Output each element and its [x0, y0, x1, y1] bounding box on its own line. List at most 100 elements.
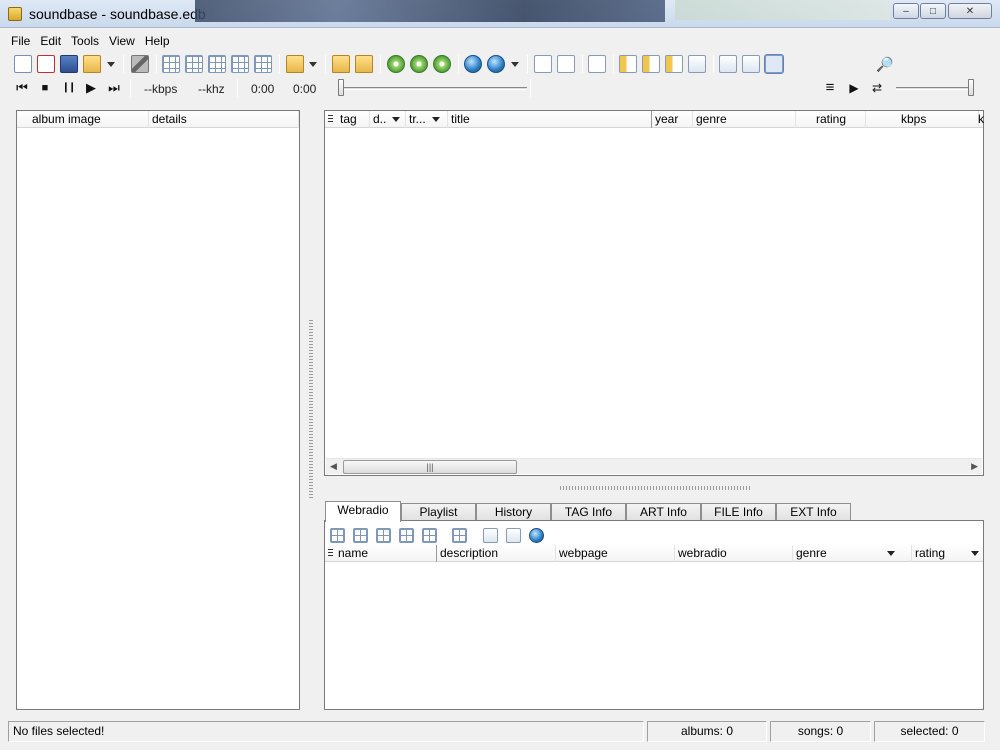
stop-icon[interactable]: ■	[37, 80, 53, 96]
tab-tag-info[interactable]: TAG Info	[551, 503, 626, 521]
web-icon[interactable]	[464, 55, 482, 73]
tracks-horizontal-scrollbar[interactable]: ◀ ||| ▶	[326, 458, 982, 474]
cd-info-icon[interactable]	[433, 55, 451, 73]
edit-station-icon[interactable]	[353, 528, 368, 543]
previous-track-icon[interactable]: ⏮	[14, 80, 30, 96]
new-database-icon[interactable]	[14, 55, 32, 73]
tab-playlist[interactable]: Playlist	[401, 503, 476, 521]
menu-view[interactable]: View	[104, 32, 140, 52]
globe-icon[interactable]	[487, 55, 505, 73]
chevron-down-icon[interactable]	[511, 62, 519, 67]
columns-icon[interactable]	[588, 55, 606, 73]
close-database-icon[interactable]	[37, 55, 55, 73]
menu-tools[interactable]: Tools	[66, 32, 104, 52]
seek-slider-thumb[interactable]	[338, 79, 344, 96]
open-folder-icon[interactable]	[83, 55, 101, 73]
tracks-panel[interactable]: tag d.. tr... title year genre rating kb…	[324, 110, 984, 476]
column-details[interactable]: details	[149, 111, 299, 128]
close-button[interactable]: ✕	[948, 3, 992, 19]
queue-icon[interactable]: ▶	[846, 80, 862, 96]
refresh-station-icon[interactable]	[376, 528, 391, 543]
column-track[interactable]: tr...	[406, 111, 448, 128]
save-icon[interactable]	[60, 55, 78, 73]
chevron-down-icon[interactable]	[309, 62, 317, 67]
split-panel-icon[interactable]	[557, 55, 575, 73]
panel-icon[interactable]	[534, 55, 552, 73]
column-year[interactable]: year	[652, 111, 693, 128]
minimize-button[interactable]: –	[893, 3, 919, 19]
delete-station-icon[interactable]	[399, 528, 414, 543]
tab-file-info[interactable]: FILE Info	[701, 503, 776, 521]
vertical-splitter[interactable]	[309, 320, 313, 500]
scroll-left-icon[interactable]: ◀	[330, 461, 337, 472]
tab-ext-info[interactable]: EXT Info	[776, 503, 851, 521]
folder-up-icon[interactable]	[355, 55, 373, 73]
chevron-down-icon[interactable]	[971, 551, 980, 557]
search-icon[interactable]: 🔎	[876, 56, 893, 73]
menu-edit[interactable]: Edit	[35, 32, 66, 52]
column-album-image[interactable]: album image	[17, 111, 149, 128]
volume-track[interactable]	[896, 87, 974, 90]
volume-slider-thumb[interactable]	[968, 79, 974, 96]
web-station-icon[interactable]	[529, 528, 544, 543]
column-webradio[interactable]: webradio	[675, 545, 793, 562]
column-rating[interactable]: rating	[796, 111, 866, 128]
tab-history[interactable]: History	[476, 503, 551, 521]
column-description[interactable]: description	[437, 545, 556, 562]
pause-icon[interactable]: ❙❙	[60, 80, 77, 96]
chevron-down-icon[interactable]	[431, 117, 440, 123]
add-station-icon[interactable]	[330, 528, 345, 543]
menu-file[interactable]: File	[6, 32, 35, 52]
chevron-down-icon[interactable]	[886, 551, 895, 557]
info-icon[interactable]	[719, 55, 737, 73]
table-icon[interactable]	[231, 55, 249, 73]
column-chooser-icon[interactable]	[328, 549, 333, 558]
column-tag[interactable]: tag	[337, 111, 370, 128]
search-area[interactable]: 🔎	[876, 53, 988, 75]
album-panel[interactable]: album image details	[16, 110, 300, 710]
layout-middle-icon[interactable]	[642, 55, 660, 73]
search-panel-icon[interactable]	[688, 55, 706, 73]
cd-icon[interactable]	[387, 55, 405, 73]
scroll-right-icon[interactable]: ▶	[971, 461, 978, 472]
details-view-icon[interactable]	[764, 54, 784, 74]
properties-icon[interactable]	[506, 528, 521, 543]
column-kbps[interactable]: kbps	[866, 111, 979, 128]
cd-rip-icon[interactable]	[410, 55, 428, 73]
tools-icon[interactable]	[131, 55, 149, 73]
tab-webradio[interactable]: Webradio	[325, 501, 401, 522]
column-khz[interactable]: k	[976, 111, 984, 128]
list-icon[interactable]	[483, 528, 498, 543]
column-title[interactable]: title	[448, 111, 652, 128]
column-webpage[interactable]: webpage	[556, 545, 675, 562]
chevron-down-icon[interactable]	[392, 117, 401, 123]
next-track-icon[interactable]: ⏭	[106, 80, 122, 96]
menu-help[interactable]: Help	[140, 32, 175, 52]
layout-left-icon[interactable]	[619, 55, 637, 73]
horizontal-splitter[interactable]	[560, 486, 750, 490]
delete-row-icon[interactable]	[208, 55, 226, 73]
import-icon[interactable]	[286, 55, 304, 73]
column-chooser-icon[interactable]	[328, 115, 333, 124]
repeat-icon[interactable]: ⇄	[869, 80, 885, 96]
folder-icon[interactable]	[332, 55, 350, 73]
playlist-icon[interactable]: ≡	[822, 80, 838, 96]
column-disc[interactable]: d..	[370, 111, 406, 128]
record-icon[interactable]	[452, 528, 467, 543]
play-icon[interactable]: ▶	[83, 80, 99, 96]
webradio-panel[interactable]: name description webpage webradio genre …	[324, 520, 984, 710]
edit-row-icon[interactable]	[185, 55, 203, 73]
maximize-button[interactable]: □	[920, 3, 946, 19]
add-row-icon[interactable]	[162, 55, 180, 73]
table-icon[interactable]	[422, 528, 437, 543]
seek-track[interactable]	[341, 87, 527, 90]
column-genre[interactable]: genre	[793, 545, 912, 562]
layout-right-icon[interactable]	[665, 55, 683, 73]
scrollbar-thumb[interactable]: |||	[343, 460, 517, 474]
refresh-table-icon[interactable]	[254, 55, 272, 73]
artwork-icon[interactable]	[742, 55, 760, 73]
column-rating[interactable]: rating	[912, 545, 983, 562]
column-name[interactable]: name	[335, 545, 437, 562]
column-genre[interactable]: genre	[693, 111, 796, 128]
tab-art-info[interactable]: ART Info	[626, 503, 701, 521]
